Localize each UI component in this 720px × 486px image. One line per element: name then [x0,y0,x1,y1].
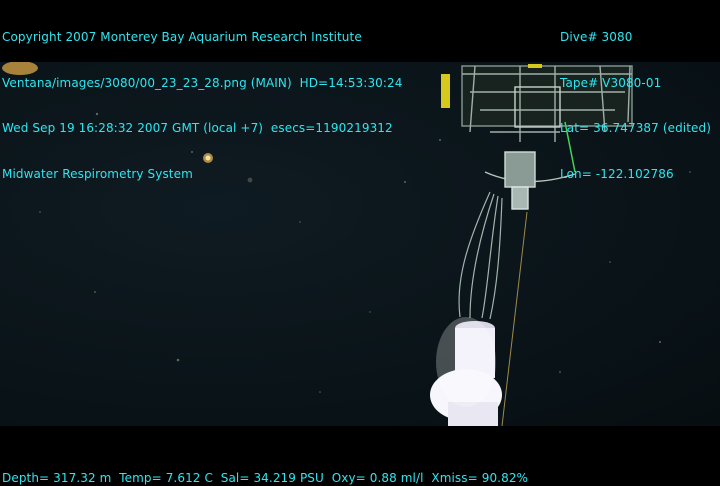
telemetry-footer: Depth= 317.32 m Temp= 7.612 C Sal= 34.21… [2,471,529,485]
chamber-cables [458,191,503,320]
respiration-chamber [430,317,502,426]
tape-number: Tape# V3080-01 [560,75,662,90]
yellow-tag-top [528,64,542,68]
tether-line [501,211,528,426]
header-info-left: Copyright 2007 Monterey Bay Aquarium Res… [2,0,403,197]
header-info-right: Dive# 3080 Tape# V3080-01 Lat= 36.747387… [560,0,711,197]
system-name-line: Midwater Respirometry System [2,166,193,181]
longitude: Lon= -122.102786 [560,166,674,181]
latitude: Lat= 36.747387 (edited) [560,121,712,135]
timestamp-line: Wed Sep 19 16:28:32 2007 GMT (local +7) … [2,121,393,135]
image-source-line: Ventana/images/3080/00_23_23_28.png (MAI… [2,75,403,90]
copyright-line: Copyright 2007 Monterey Bay Aquarium Res… [2,30,362,44]
dive-number: Dive# 3080 [560,30,633,44]
yellow-tag [441,74,450,108]
